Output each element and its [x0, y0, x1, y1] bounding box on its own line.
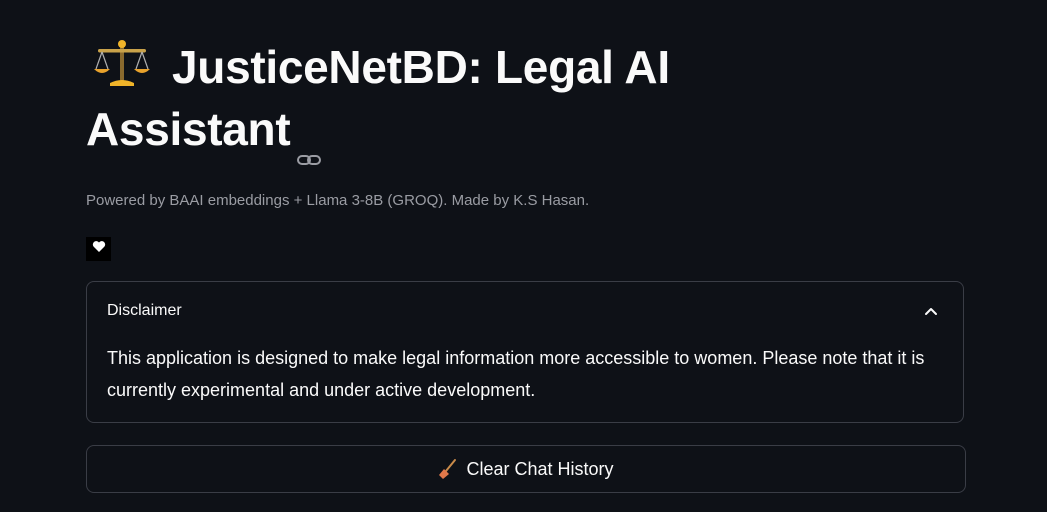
disclaimer-label: Disclaimer [107, 302, 182, 319]
heart-icon [92, 240, 106, 258]
clear-chat-history-button[interactable]: Clear Chat History [86, 445, 966, 493]
link-icon[interactable] [296, 123, 322, 165]
disclaimer-expander: Disclaimer This application is designed … [86, 281, 964, 423]
caption-text: Powered by BAAI embeddings + Llama 3-8B … [86, 192, 590, 209]
chevron-up-icon[interactable] [923, 303, 939, 319]
clear-chat-history-label: Clear Chat History [466, 458, 614, 479]
page-title-text: JusticeNetBD: Legal AI Assistant [86, 41, 670, 155]
page-title: JusticeNetBD: Legal AI Assistant [86, 36, 786, 165]
balance-scale-icon [92, 39, 152, 89]
broom-icon [438, 458, 458, 480]
disclaimer-text: This application is designed to make leg… [107, 348, 925, 400]
disclaimer-header[interactable]: Disclaimer [87, 282, 963, 340]
heart-badge[interactable] [86, 237, 111, 261]
